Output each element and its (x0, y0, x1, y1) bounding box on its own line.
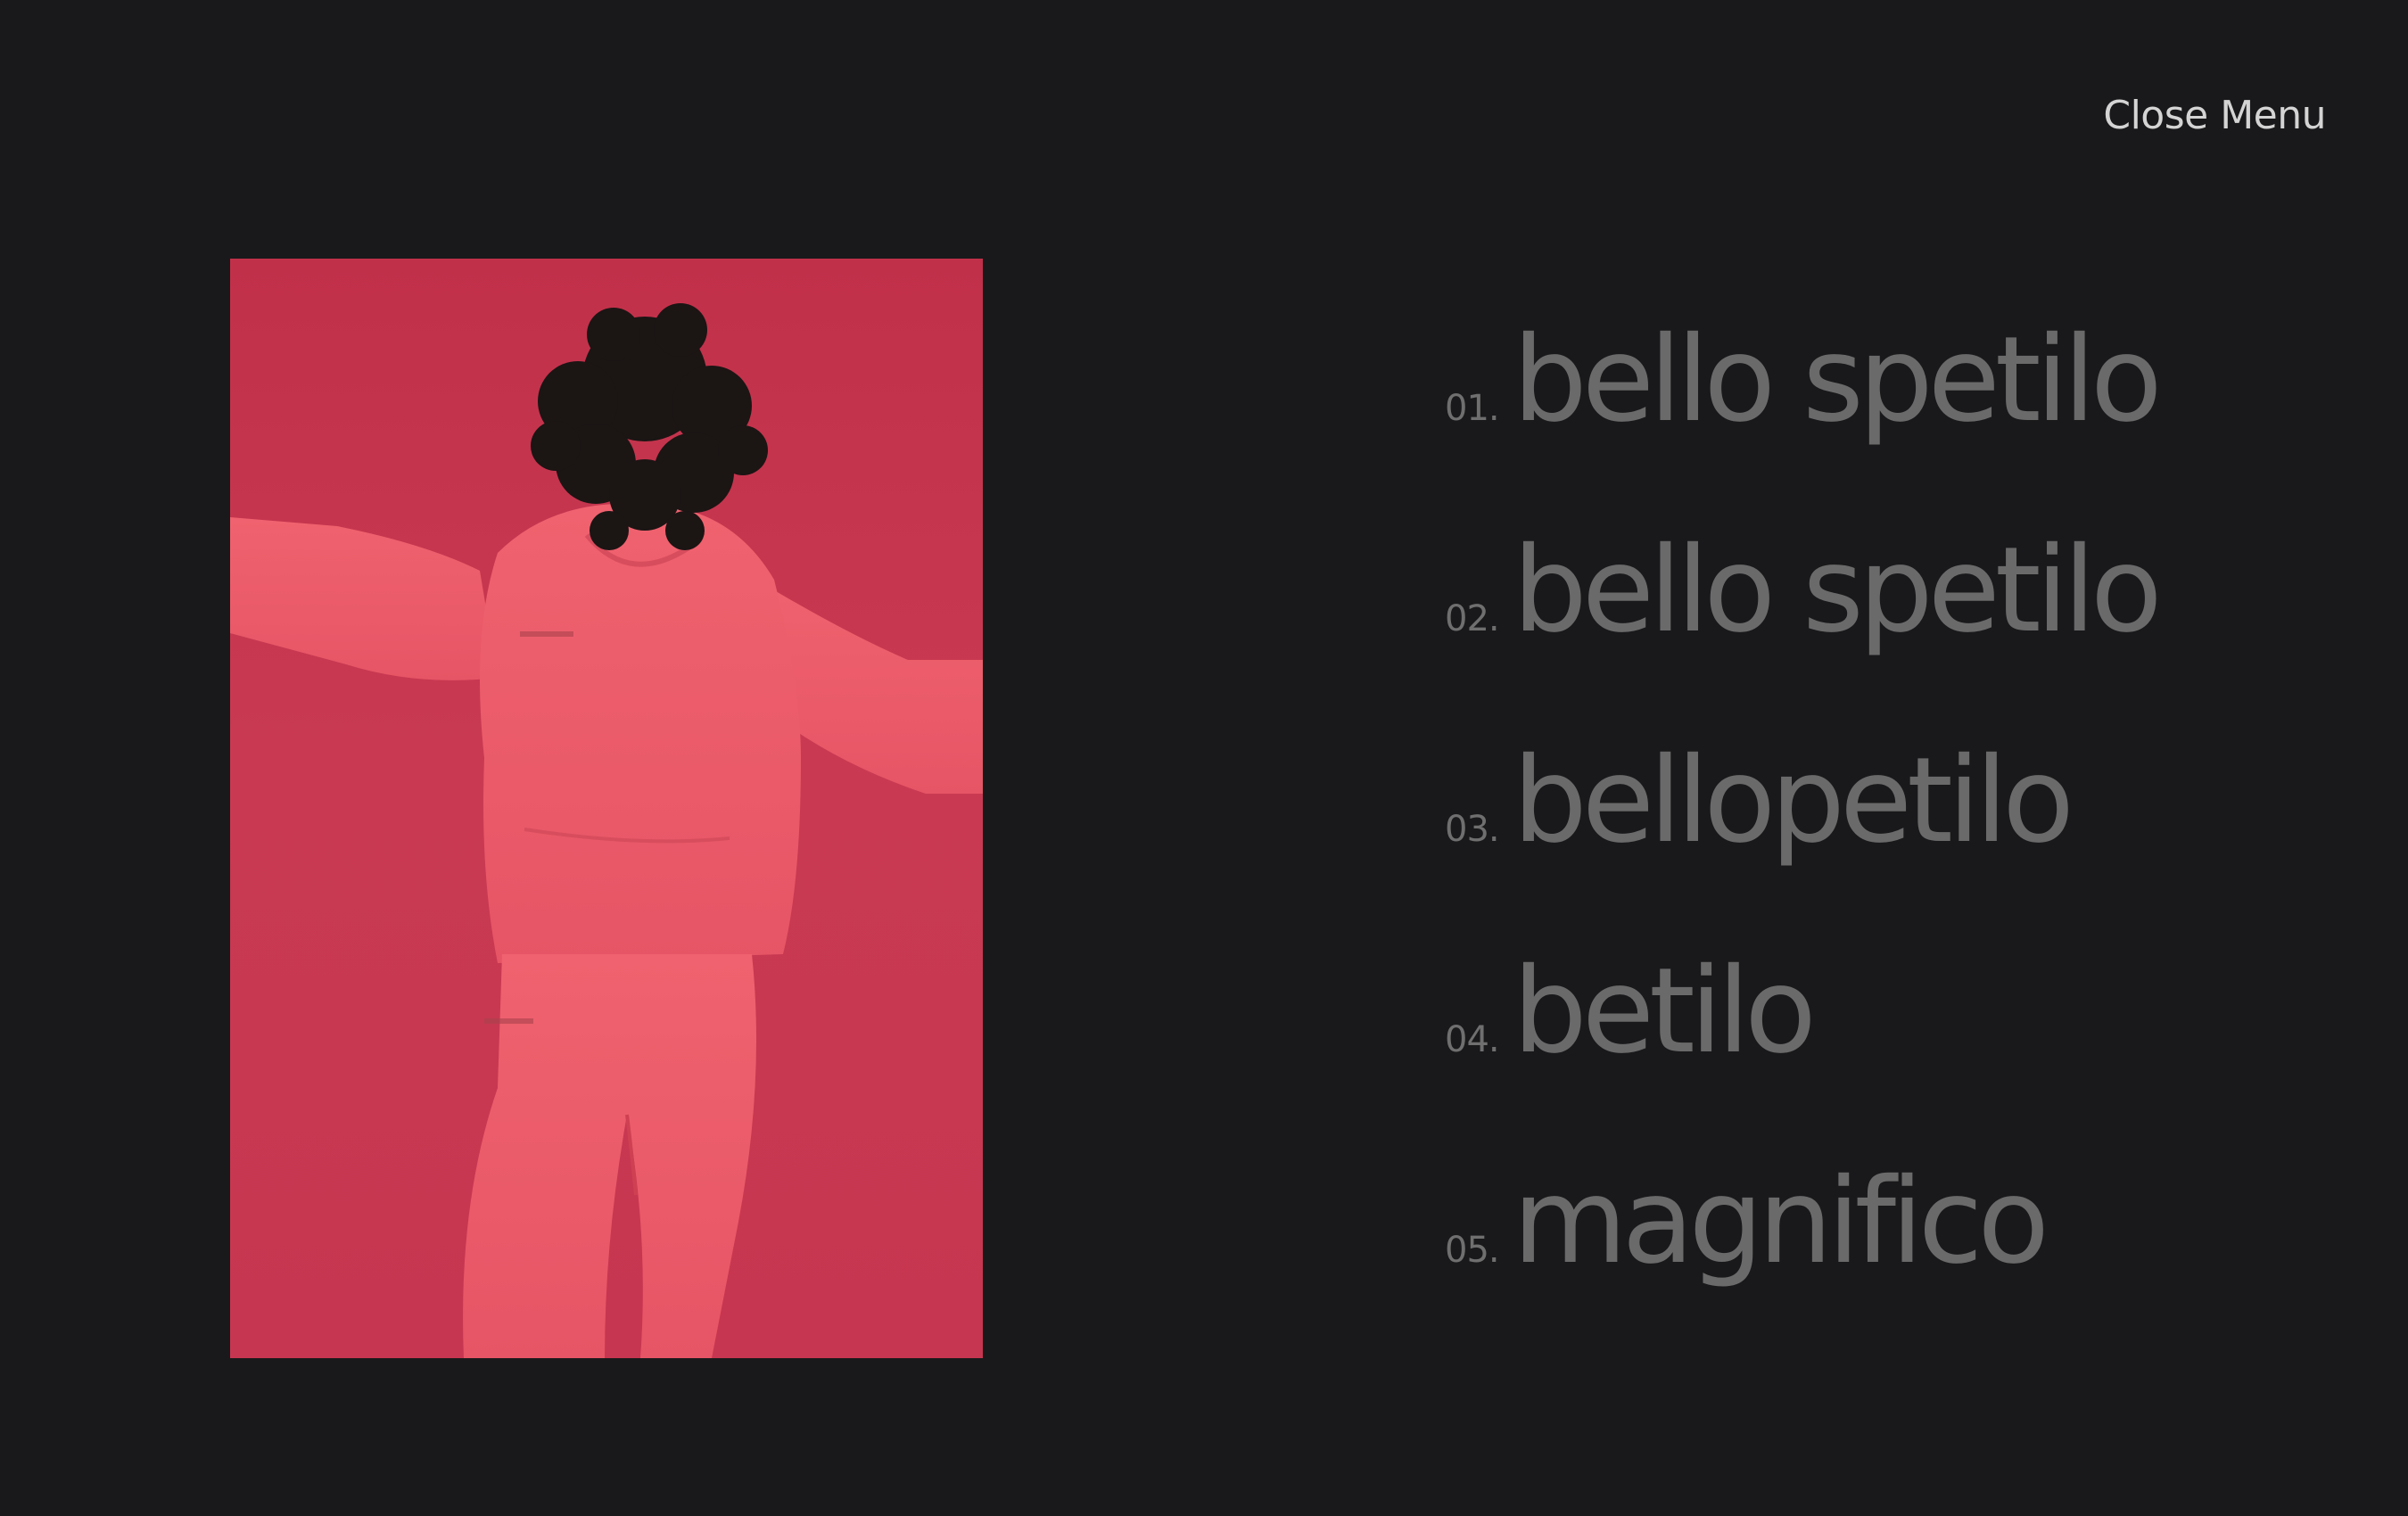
close-menu-button[interactable]: Close Menu (2103, 96, 2326, 136)
menu-item-3[interactable]: 03. bellopetilo (1445, 742, 2247, 952)
menu-item-4[interactable]: 04. betilo (1445, 952, 2247, 1163)
menu-item-number: 05. (1445, 1230, 1500, 1271)
menu-item-5[interactable]: 05. magnifico (1445, 1163, 2247, 1373)
menu-item-number: 01. (1445, 388, 1500, 429)
menu-item-1[interactable]: 01. bello spetilo (1445, 321, 2247, 531)
menu-item-number: 04. (1445, 1019, 1500, 1060)
menu-item-number: 03. (1445, 809, 1500, 850)
menu-item-label: betilo (1513, 943, 1817, 1080)
menu-item-label: bellopetilo (1513, 732, 2074, 869)
menu-item-label: bello spetilo (1513, 311, 2163, 449)
menu-item-2[interactable]: 02. bello spetilo (1445, 531, 2247, 742)
menu-item-label: bello spetilo (1513, 522, 2163, 659)
nav-menu: 01. bello spetilo 02. bello spetilo 03. … (1445, 321, 2247, 1373)
menu-overlay: Close Menu 01. bello spetilo 02. bello s… (0, 0, 2408, 1516)
hero-photo (230, 259, 983, 1358)
menu-item-label: magnifico (1513, 1153, 2049, 1290)
menu-item-number: 02. (1445, 598, 1500, 639)
